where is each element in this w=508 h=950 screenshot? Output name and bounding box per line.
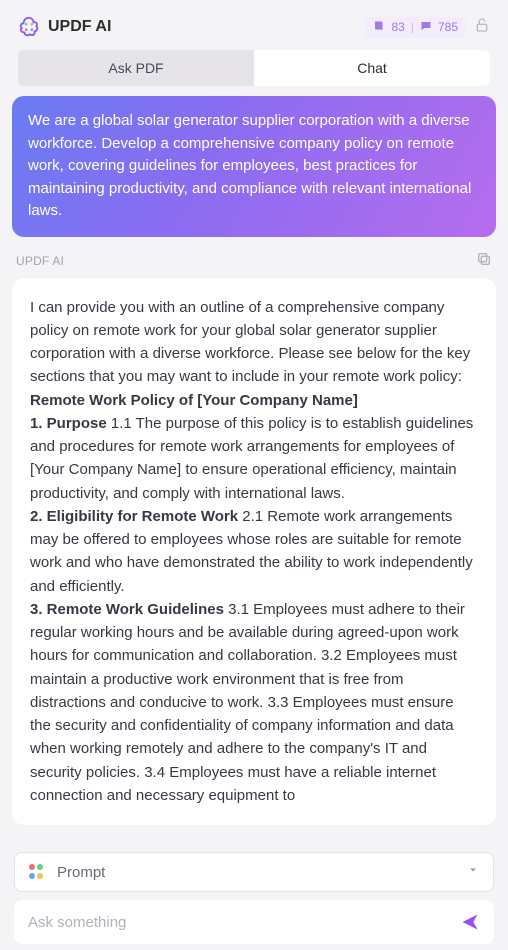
chat-area: We are a global solar generator supplier… xyxy=(0,96,508,841)
header-right: 83 | 785 xyxy=(365,17,490,38)
book-icon xyxy=(373,20,385,35)
updf-logo-icon xyxy=(18,16,40,38)
copy-icon[interactable] xyxy=(476,251,492,272)
header: UPDF AI 83 | 785 xyxy=(0,0,508,50)
input-row xyxy=(14,900,494,944)
ai-intro: I can provide you with an outline of a c… xyxy=(30,296,478,389)
prompt-label: Prompt xyxy=(57,864,105,881)
ai-sender-label: UPDF AI xyxy=(16,254,64,268)
user-message: We are a global solar generator supplier… xyxy=(12,96,496,237)
chat-bubble-icon xyxy=(420,20,432,35)
policy-title: Remote Work Policy of [Your Company Name… xyxy=(30,389,478,412)
ai-message: I can provide you with an outline of a c… xyxy=(12,278,496,826)
section-1: 1. Purpose 1.1 The purpose of this polic… xyxy=(30,412,478,505)
tab-chat[interactable]: Chat xyxy=(254,50,490,86)
usage-counter[interactable]: 83 | 785 xyxy=(365,17,466,38)
section-2: 2. Eligibility for Remote Work 2.1 Remot… xyxy=(30,505,478,598)
prompt-grid-icon xyxy=(29,864,45,880)
count-separator: | xyxy=(411,20,414,34)
brand: UPDF AI xyxy=(18,16,111,38)
tab-ask-pdf[interactable]: Ask PDF xyxy=(18,50,254,86)
section-1-head: 1. Purpose xyxy=(30,415,107,432)
count-2: 785 xyxy=(438,20,458,34)
send-button[interactable] xyxy=(460,912,480,932)
section-3-head: 3. Remote Work Guidelines xyxy=(30,601,224,618)
section-2-head: 2. Eligibility for Remote Work xyxy=(30,508,238,525)
ai-label-row: UPDF AI xyxy=(12,251,496,278)
chevron-down-icon xyxy=(467,863,479,881)
lock-icon[interactable] xyxy=(474,17,490,38)
mode-tabs: Ask PDF Chat xyxy=(18,50,490,86)
message-input[interactable] xyxy=(28,914,460,931)
count-1: 83 xyxy=(391,20,404,34)
prompt-selector[interactable]: Prompt xyxy=(14,852,494,892)
app-title: UPDF AI xyxy=(48,18,111,36)
prompt-area: Prompt xyxy=(14,852,494,944)
section-3-body: 3.1 Employees must adhere to their regul… xyxy=(30,601,465,804)
section-3: 3. Remote Work Guidelines 3.1 Employees … xyxy=(30,598,478,807)
